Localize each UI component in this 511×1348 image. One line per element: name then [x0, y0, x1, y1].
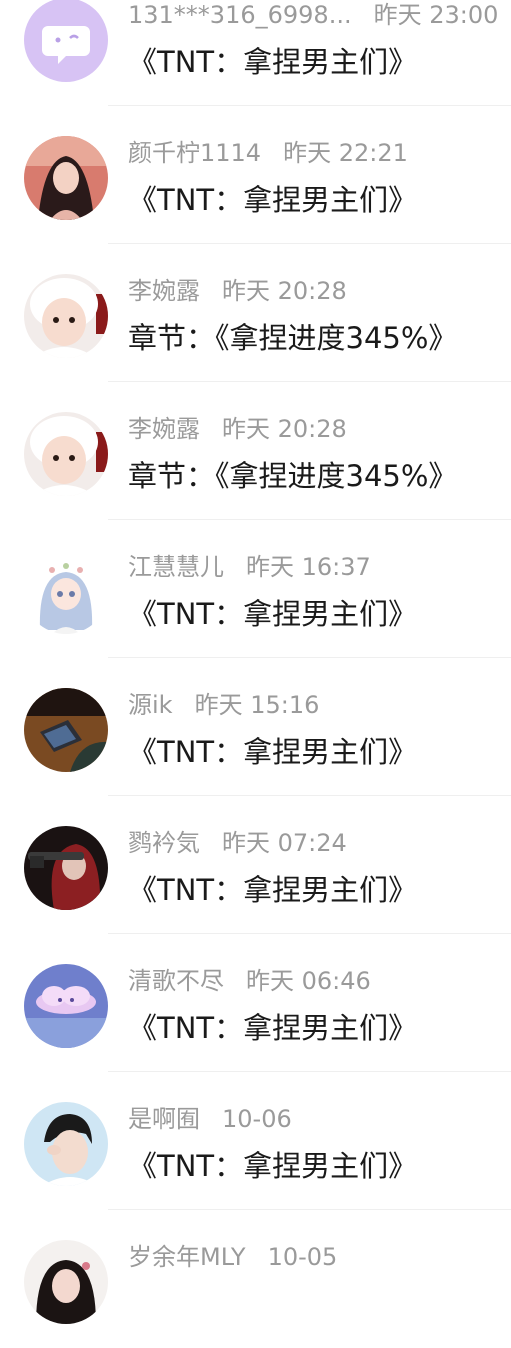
comment-text: 《TNT：拿捏男主们》: [128, 45, 418, 79]
username[interactable]: 颜千柠1114: [128, 139, 261, 167]
boy-photo-avatar[interactable]: [24, 1102, 108, 1186]
comment-meta: 清歌不尽 昨天 06:46: [128, 964, 371, 998]
comment-text: 章节：《拿捏进度345%》: [128, 321, 458, 355]
girl-photo-avatar[interactable]: [24, 136, 108, 220]
username[interactable]: 岁余年MLY: [128, 1243, 246, 1271]
anime-girl-avatar[interactable]: [24, 550, 108, 634]
timestamp: 10-05: [267, 1243, 338, 1271]
comment-meta: 李婉露 昨天 20:28: [128, 274, 347, 308]
comment-meta: 是啊囿 10-06: [128, 1102, 292, 1136]
comment-text: 《TNT：拿捏男主们》: [128, 597, 418, 631]
username[interactable]: 131***316_6998...: [128, 1, 352, 29]
comment-item[interactable]: 颜千柠1114 昨天 22:21 《TNT：拿捏男主们》: [0, 106, 511, 244]
timestamp: 昨天 16:37: [246, 553, 371, 581]
comment-meta: 131***316_6998... 昨天 23:00: [128, 0, 498, 32]
comment-text: 《TNT：拿捏男主们》: [128, 1011, 418, 1045]
timestamp: 昨天 06:46: [246, 967, 371, 995]
timestamp: 昨天 20:28: [222, 277, 347, 305]
cloud-art-avatar[interactable]: [24, 964, 108, 1048]
laptop-photo-avatar[interactable]: [24, 688, 108, 772]
comment-meta: 颜千柠1114 昨天 22:21: [128, 136, 408, 170]
comment-text: 《TNT：拿捏男主们》: [128, 873, 418, 907]
comment-item[interactable]: 鹨衿気 昨天 07:24 《TNT：拿捏男主们》: [0, 796, 511, 934]
comment-text: 《TNT：拿捏男主们》: [128, 735, 418, 769]
comment-item[interactable]: 是啊囿 10-06 《TNT：拿捏男主们》: [0, 1072, 511, 1210]
timestamp: 昨天 20:28: [222, 415, 347, 443]
username[interactable]: 李婉露: [128, 415, 200, 443]
comment-list: 131***316_6998... 昨天 23:00 《TNT：拿捏男主们》 颜千…: [0, 0, 511, 1348]
username[interactable]: 江慧慧儿: [128, 553, 224, 581]
username[interactable]: 李婉露: [128, 277, 200, 305]
timestamp: 昨天 15:16: [194, 691, 320, 719]
default-chat-avatar[interactable]: [24, 0, 108, 82]
comment-text: 《TNT：拿捏男主们》: [128, 183, 418, 217]
girl-hair-avatar[interactable]: [24, 1240, 108, 1324]
username[interactable]: 源ik: [128, 691, 173, 719]
comment-text: 《TNT：拿捏男主们》: [128, 1149, 418, 1183]
comment-item[interactable]: 清歌不尽 昨天 06:46 《TNT：拿捏男主们》: [0, 934, 511, 1072]
comment-meta: 源ik 昨天 15:16: [128, 688, 319, 722]
timestamp: 昨天 07:24: [222, 829, 347, 857]
timestamp: 10-06: [222, 1105, 292, 1133]
baby-photo-avatar[interactable]: [24, 412, 108, 496]
comment-item[interactable]: 岁余年MLY 10-05: [0, 1210, 511, 1348]
timestamp: 昨天 23:00: [373, 1, 499, 29]
comment-meta: 岁余年MLY 10-05: [128, 1240, 337, 1274]
username[interactable]: 是啊囿: [128, 1105, 200, 1133]
username[interactable]: 清歌不尽: [128, 967, 224, 995]
comment-item[interactable]: 李婉露 昨天 20:28 章节：《拿捏进度345%》: [0, 382, 511, 520]
comment-item[interactable]: 源ik 昨天 15:16 《TNT：拿捏男主们》: [0, 658, 511, 796]
comment-item[interactable]: 李婉露 昨天 20:28 章节：《拿捏进度345%》: [0, 244, 511, 382]
comment-meta: 鹨衿気 昨天 07:24: [128, 826, 347, 860]
baby-photo-avatar[interactable]: [24, 274, 108, 358]
timestamp: 昨天 22:21: [283, 139, 408, 167]
comment-item[interactable]: 131***316_6998... 昨天 23:00 《TNT：拿捏男主们》: [0, 0, 511, 106]
comment-item[interactable]: 江慧慧儿 昨天 16:37 《TNT：拿捏男主们》: [0, 520, 511, 658]
comment-meta: 江慧慧儿 昨天 16:37: [128, 550, 371, 584]
comment-text: 章节：《拿捏进度345%》: [128, 459, 458, 493]
comment-meta: 李婉露 昨天 20:28: [128, 412, 347, 446]
red-hair-avatar[interactable]: [24, 826, 108, 910]
username[interactable]: 鹨衿気: [128, 829, 200, 857]
